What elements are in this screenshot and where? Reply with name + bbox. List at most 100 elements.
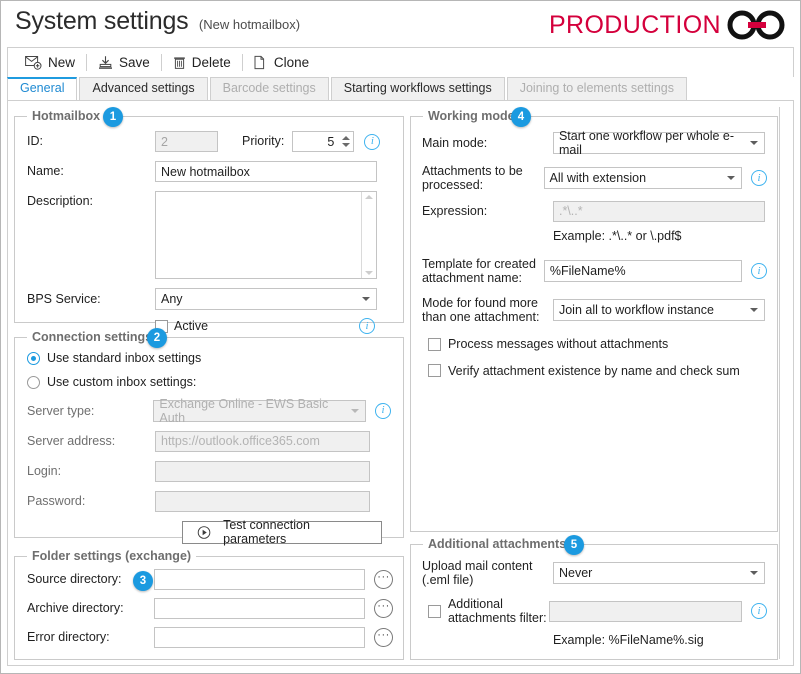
new-mail-icon (25, 56, 42, 70)
new-button[interactable]: New (16, 53, 84, 72)
error-directory-field[interactable] (154, 627, 366, 648)
radio-standard-inbox-label: Use standard inbox settings (47, 351, 202, 365)
server-type-label: Server type: (27, 403, 95, 418)
chevron-down-icon (749, 307, 758, 312)
delete-button[interactable]: Delete (164, 53, 240, 72)
priority-value: 5 (327, 134, 335, 149)
page-title: System settings (15, 7, 189, 35)
clone-button[interactable]: Clone (245, 53, 318, 72)
mode-more-select[interactable]: Join all to workflow instance (552, 298, 765, 321)
expression-label: Expression: (421, 204, 488, 219)
additional-filter-checkbox[interactable] (427, 604, 441, 618)
working-mode-legend: Working mode (422, 109, 520, 123)
trash-icon (173, 57, 185, 69)
save-button[interactable]: Save (89, 53, 159, 72)
verify-attachment-label: Verify attachment existence by name and … (447, 363, 740, 378)
priority-label: Priority: (242, 134, 285, 149)
priority-spin-buttons[interactable] (338, 132, 353, 151)
radio-custom-inbox[interactable] (27, 376, 40, 390)
chevron-down-icon (350, 408, 359, 413)
description-field[interactable] (155, 191, 377, 279)
login-field (155, 460, 370, 482)
description-value[interactable] (156, 192, 361, 278)
step-badge-3: 3 (133, 571, 153, 591)
save-icon (99, 56, 113, 69)
template-label: Template for created attachment name: (421, 256, 536, 286)
bps-service-select[interactable]: Any (155, 288, 377, 310)
scroll-down-icon[interactable] (365, 271, 373, 275)
server-type-info-icon[interactable]: i (374, 402, 391, 419)
additional-filter-info-icon[interactable]: i (751, 603, 767, 620)
template-field[interactable]: %FileName% (543, 260, 742, 283)
working-mode-group: Working mode 4 Main mode: Start one work… (409, 107, 778, 532)
tab-general[interactable]: General (7, 77, 78, 100)
upload-mail-content-select[interactable]: Never (552, 562, 765, 585)
additional-attachments-group: Additional attachments: 5 Upload mail co… (409, 535, 778, 660)
chain-link-icon (727, 10, 785, 40)
expression-example: Example: .*\..* or \.pdf$ (552, 228, 682, 243)
attachments-select[interactable]: All with extension (543, 167, 742, 190)
description-scrollbar[interactable] (361, 192, 376, 278)
archive-directory-label: Archive directory: (27, 601, 124, 616)
step-badge-4: 4 (510, 107, 531, 127)
main-mode-select[interactable]: Start one workflow per whole e-mail (552, 129, 765, 157)
priority-stepper[interactable]: 5 (292, 131, 355, 152)
settings-panel: Hotmailbox 1 ID: 2 Priority: 5 i Name: N… (7, 100, 794, 666)
folder-settings-group: Folder settings (exchange) 3 Source dire… (14, 549, 404, 660)
brand-logo: PRODUCTION (549, 10, 788, 40)
toolbar: New Save Delete Clone (7, 47, 794, 77)
archive-directory-browse-button[interactable]: ··· (374, 599, 393, 618)
upload-mail-content-label: Upload mail content (.eml file) (421, 559, 533, 588)
left-column: Hotmailbox 1 ID: 2 Priority: 5 i Name: N… (14, 107, 404, 660)
folder-legend: Folder settings (exchange) (27, 549, 197, 563)
step-badge-1: 1 (103, 107, 123, 127)
tab-starting-workflows-settings[interactable]: Starting workflows settings (330, 77, 505, 100)
template-info-icon[interactable]: i (751, 263, 767, 280)
mode-more-label: Mode for found more than one attachment: (421, 295, 540, 324)
chevron-down-icon (362, 297, 370, 301)
step-badge-5: 5 (563, 535, 584, 555)
delete-button-label: Delete (191, 55, 231, 70)
error-directory-browse-button[interactable]: ··· (374, 628, 393, 647)
expression-field: .*\..* (552, 200, 765, 222)
additional-legend: Additional attachments: (422, 537, 576, 551)
spinner-up-icon[interactable] (341, 136, 350, 140)
priority-info-icon[interactable]: i (364, 133, 381, 150)
attachments-value: All with extension (549, 171, 647, 186)
tab-joining-to-elements-settings: Joining to elements settings (506, 77, 687, 100)
server-address-field: https://outlook.office365.com (155, 430, 370, 452)
mode-more-value: Join all to workflow instance (558, 302, 714, 317)
active-info-icon[interactable]: i (359, 318, 376, 334)
archive-directory-field[interactable] (154, 598, 366, 619)
page-subtitle: (New hotmailbox) (198, 17, 301, 32)
copy-icon (254, 55, 264, 70)
source-directory-field[interactable] (154, 569, 366, 590)
process-without-attachments-checkbox[interactable] (427, 337, 441, 351)
test-connection-button[interactable]: Test connection parameters (182, 518, 382, 546)
title-bar: System settings (New hotmailbox) PRODUCT… (1, 1, 800, 47)
spinner-down-icon[interactable] (341, 143, 350, 147)
main-mode-label: Main mode: (421, 135, 488, 150)
attachments-info-icon[interactable]: i (751, 170, 767, 187)
source-directory-browse-button[interactable]: ··· (374, 570, 393, 589)
tab-advanced-settings[interactable]: Advanced settings (79, 77, 208, 100)
main-mode-value: Start one workflow per whole e-mail (558, 129, 735, 157)
toolbar-separator (241, 54, 243, 71)
hotmailbox-legend: Hotmailbox (27, 109, 106, 123)
chevron-down-icon (749, 571, 758, 576)
clone-button-label: Clone (273, 55, 310, 70)
server-type-select: Exchange Online - EWS Basic Auth (153, 397, 366, 425)
name-field[interactable]: New hotmailbox (155, 161, 377, 182)
tab-barcode-settings: Barcode settings (209, 77, 329, 100)
additional-filter-label: Additional attachments filter: (447, 596, 547, 626)
radio-standard-inbox[interactable] (27, 351, 40, 365)
id-field: 2 (155, 131, 218, 152)
connection-legend: Connection settings (27, 330, 158, 344)
radio-custom-inbox-label: Use custom inbox settings: (47, 375, 197, 390)
verify-attachment-checkbox[interactable] (427, 364, 441, 378)
description-label: Description: (27, 194, 93, 208)
run-icon (197, 525, 211, 539)
scroll-up-icon[interactable] (365, 195, 373, 199)
connection-settings-group: Connection settings 2 Use standard inbox… (14, 328, 404, 546)
name-label: Name: (27, 164, 64, 179)
